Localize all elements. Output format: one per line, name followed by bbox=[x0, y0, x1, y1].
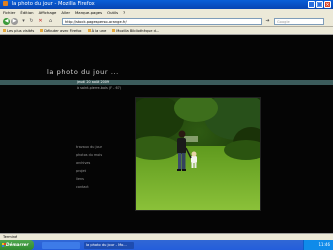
home-icon[interactable]: ⌂ bbox=[47, 18, 54, 25]
nav-photos-du-mois[interactable]: photos du mois bbox=[76, 153, 102, 157]
bookmark-item[interactable]: Débuter avec Firefox bbox=[40, 27, 82, 34]
menu-affichage[interactable]: Affichage bbox=[39, 9, 57, 16]
photo-place: à saint-pierre-bois (F - 67) bbox=[77, 86, 122, 90]
nav-archives[interactable]: archives bbox=[76, 161, 90, 165]
site-title[interactable]: la photo du jour ... bbox=[47, 68, 119, 76]
bookmark-icon bbox=[112, 29, 116, 32]
system-tray: 11:46 bbox=[303, 240, 333, 250]
nav-projet[interactable]: projet bbox=[76, 169, 86, 173]
start-button[interactable]: Démarrer bbox=[0, 240, 34, 250]
window-titlebar: la photo du jour - Mozilla Firefox _ □ × bbox=[0, 0, 333, 9]
maximize-icon[interactable]: □ bbox=[316, 1, 323, 8]
minimize-icon[interactable]: _ bbox=[308, 1, 315, 8]
firefox-icon bbox=[3, 1, 8, 6]
menu-fichier[interactable]: Fichier bbox=[3, 9, 15, 16]
menu-bar: Fichier Édition Affichage Aller Marque-p… bbox=[0, 9, 333, 16]
search-input[interactable]: Google bbox=[274, 18, 324, 25]
forward-arrow-icon[interactable]: ▶ bbox=[11, 18, 18, 25]
close-icon[interactable]: × bbox=[324, 1, 331, 8]
url-input[interactable]: http://stock.pagesperso-orange.fr/ bbox=[62, 18, 262, 25]
stop-icon[interactable]: ✕ bbox=[37, 18, 44, 25]
status-bar: Terminé bbox=[0, 233, 333, 240]
photo-date: jeudi 20 août 2009 bbox=[77, 80, 110, 84]
clock: 11:46 bbox=[318, 242, 330, 247]
window-title: la photo du jour - Mozilla Firefox bbox=[11, 1, 95, 7]
go-icon[interactable]: ➜ bbox=[264, 18, 271, 25]
menu-edition[interactable]: Édition bbox=[20, 9, 33, 16]
bookmarks-toolbar: Les plus visités Débuter avec Firefox À … bbox=[0, 27, 333, 35]
bookmark-item[interactable]: Mozilla Bibliothèque d... bbox=[112, 27, 159, 34]
taskbar-item[interactable] bbox=[42, 241, 80, 249]
menu-marque-pages[interactable]: Marque-pages bbox=[75, 9, 102, 16]
menu-help[interactable]: ? bbox=[123, 9, 125, 16]
menu-aller[interactable]: Aller bbox=[61, 9, 70, 16]
nav-travaux-du-jour[interactable]: travaux du jour bbox=[76, 145, 102, 149]
menu-outils[interactable]: Outils bbox=[107, 9, 118, 16]
bookmark-icon bbox=[3, 29, 6, 32]
nav-contact[interactable]: contact bbox=[76, 185, 89, 189]
bookmark-item[interactable]: À la une bbox=[87, 27, 106, 34]
taskbar: Démarrer la photo du jour - Mo... 11:46 bbox=[0, 240, 333, 250]
bookmark-icon bbox=[40, 29, 44, 32]
status-text: Terminé bbox=[3, 235, 18, 239]
photo-father-child-in-park bbox=[135, 97, 261, 211]
taskbar-item-firefox[interactable]: la photo du jour - Mo... bbox=[84, 241, 134, 249]
dropdown-icon[interactable]: ▾ bbox=[20, 18, 27, 25]
back-arrow-icon[interactable]: ◀ bbox=[3, 18, 10, 25]
reload-icon[interactable]: ↻ bbox=[28, 18, 35, 25]
header-band bbox=[0, 80, 333, 85]
navigation-toolbar: ◀ ▶ ▾ ↻ ✕ ⌂ http://stock.pagesperso-oran… bbox=[0, 16, 333, 27]
nav-liens[interactable]: liens bbox=[76, 177, 84, 181]
rss-icon bbox=[87, 29, 91, 32]
bookmark-item[interactable]: Les plus visités bbox=[3, 27, 34, 34]
